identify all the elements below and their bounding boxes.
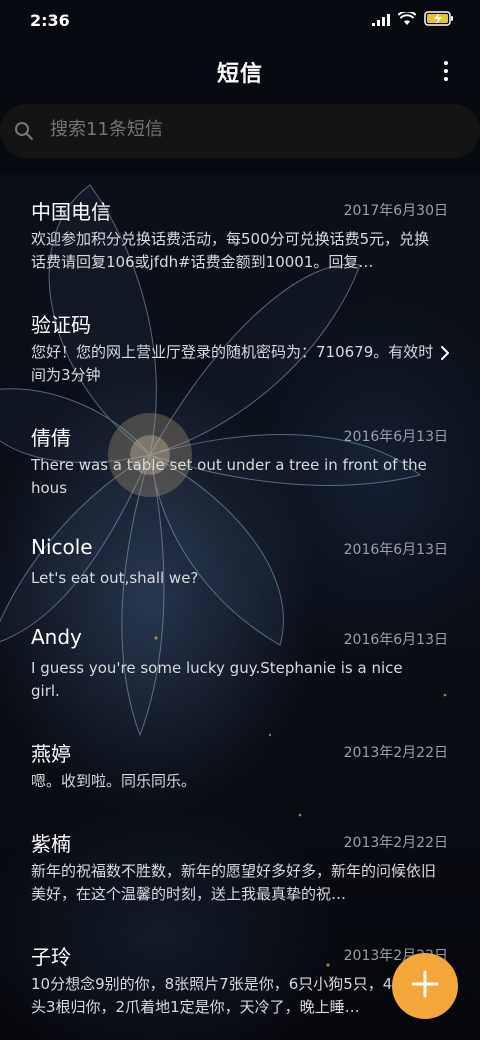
message-date: 2013年2月22日 <box>343 745 448 761</box>
message-preview: 新年的祝福数不胜数，新年的愿望好多好多，新年的问候依旧美好，在这个温馨的时刻，送… <box>31 862 436 903</box>
search-bar[interactable] <box>0 104 480 158</box>
wifi-icon <box>397 10 417 30</box>
page-title: 短信 <box>216 62 263 87</box>
message-date: 2016年6月13日 <box>343 429 448 445</box>
sender-name: 中国电信 <box>31 200 111 224</box>
more-vertical-icon <box>444 61 448 65</box>
status-bar: 2:36 <box>0 0 480 42</box>
signal-icon <box>372 11 390 30</box>
plus-icon <box>411 970 439 1002</box>
message-preview: 您好！您的网上营业厅登录的随机密码为：710679。有效时间为3分钟 <box>31 343 434 384</box>
message-item[interactable]: 倩倩 2016年6月13日 There was a table set out … <box>0 422 480 517</box>
search-icon <box>14 121 34 145</box>
message-preview: There was a table set out under a tree i… <box>31 456 427 497</box>
sms-screen: 2:36 短信 中国电信 201 <box>0 0 480 1040</box>
message-item[interactable]: Nicole 2016年6月13日 Let's eat out,shall we… <box>0 535 480 605</box>
chevron-right-icon <box>440 345 450 365</box>
message-preview: 嗯。收到啦。同乐同乐。 <box>31 772 197 790</box>
message-item[interactable]: Andy 2016年6月13日 I guess you're some luck… <box>0 625 480 720</box>
message-date: 2016年6月13日 <box>343 632 448 648</box>
search-input[interactable] <box>50 119 450 140</box>
sender-name: Nicole <box>31 535 93 559</box>
sender-name: 燕婷 <box>31 742 71 766</box>
message-preview: 欢迎参加积分兑换话费活动，每500分可兑换话费5元，兑换话费请回复106或jfd… <box>31 230 430 271</box>
message-preview: Let's eat out,shall we? <box>31 569 199 587</box>
message-item[interactable]: 紫楠 2013年2月22日 新年的祝福数不胜数，新年的愿望好多好多，新年的问候依… <box>0 828 480 923</box>
message-date: 2016年6月13日 <box>343 542 448 558</box>
sender-name: 验证码 <box>31 313 91 337</box>
message-date: 2017年6月30日 <box>343 203 448 219</box>
sender-name: 紫楠 <box>31 832 71 856</box>
sender-name: 倩倩 <box>31 426 71 450</box>
status-icons <box>372 10 454 30</box>
sender-name: Andy <box>31 625 82 649</box>
battery-charging-icon <box>424 11 454 30</box>
app-header: 短信 <box>0 42 480 102</box>
message-preview: I guess you're some lucky guy.Stephanie … <box>31 659 403 700</box>
message-item[interactable]: 验证码 您好！您的网上营业厅登录的随机密码为：710679。有效时间为3分钟 <box>0 309 480 404</box>
message-preview: 10分想念9别的你，8张照片7张是你，6只小狗5只，4根骨头3根归你，2爪着地1… <box>31 975 423 1016</box>
sender-name: 子玲 <box>31 945 71 969</box>
message-item[interactable]: 中国电信 2017年6月30日 欢迎参加积分兑换话费活动，每500分可兑换话费5… <box>0 196 480 291</box>
status-time: 2:36 <box>30 11 70 30</box>
message-date: 2013年2月22日 <box>343 835 448 851</box>
message-item[interactable]: 燕婷 2013年2月22日 嗯。收到啦。同乐同乐。 <box>0 738 480 808</box>
more-options-button[interactable] <box>434 56 458 86</box>
new-message-button[interactable] <box>392 953 458 1019</box>
